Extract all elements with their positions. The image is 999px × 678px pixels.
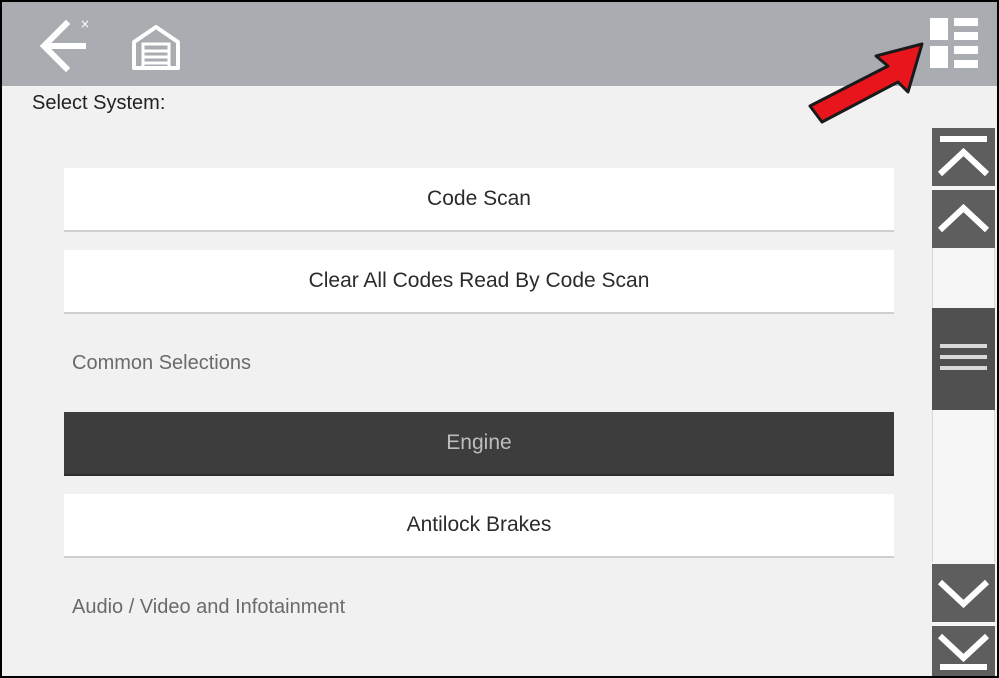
scroll-to-top-icon[interactable] xyxy=(932,128,995,186)
clear-all-codes-button[interactable]: Clear All Codes Read By Code Scan xyxy=(64,250,894,314)
scroll-up-icon[interactable] xyxy=(932,190,995,248)
code-scan-button[interactable]: Code Scan xyxy=(64,168,894,232)
audio-video-infotainment-heading: Audio / Video and Infotainment xyxy=(72,596,346,618)
scroll-thumb-grip-icon[interactable] xyxy=(932,308,995,410)
common-selections-heading: Common Selections xyxy=(72,352,251,374)
back-arrow-icon[interactable]: × xyxy=(36,16,96,72)
engine-button[interactable]: Engine xyxy=(64,412,894,476)
svg-text:×: × xyxy=(80,17,90,31)
screen-frame: × Select System: Code Scan Clear All Cod… xyxy=(0,0,999,678)
scroll-track-upper[interactable] xyxy=(932,248,995,308)
antilock-brakes-button[interactable]: Antilock Brakes xyxy=(64,494,894,558)
list-view-toggle-icon[interactable] xyxy=(928,16,980,70)
scroll-down-icon[interactable] xyxy=(932,564,995,622)
system-list: Code Scan Clear All Codes Read By Code S… xyxy=(2,86,928,676)
home-garage-icon[interactable] xyxy=(130,22,182,72)
vertical-scrollbar[interactable] xyxy=(932,128,995,676)
scroll-track-lower[interactable] xyxy=(932,410,995,562)
scroll-to-bottom-icon[interactable] xyxy=(932,626,995,676)
